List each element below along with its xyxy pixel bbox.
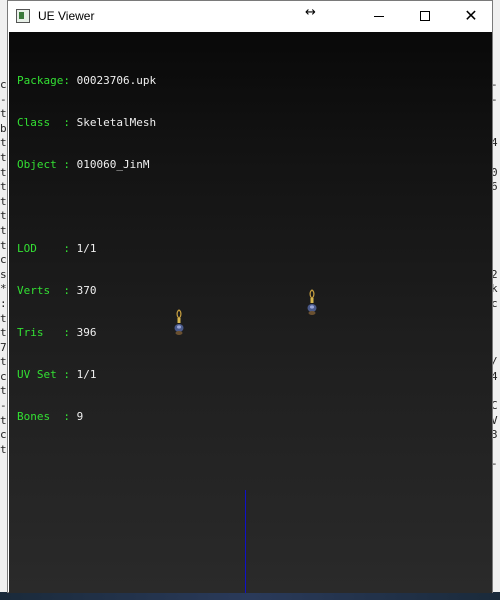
info-label-bones: Bones :	[17, 410, 70, 423]
info-spacer	[17, 200, 156, 214]
ue-viewer-window: UE Viewer ↔ ✕ Package: 00023706.upk Clas…	[7, 0, 493, 593]
info-value-uvset: 1/1	[76, 368, 97, 381]
info-value-lod: 1/1	[76, 242, 97, 255]
info-label-lod: LOD :	[17, 242, 70, 255]
info-value-tris: 396	[76, 326, 97, 339]
info-row-uvset: UV Set : 1/1	[17, 368, 156, 382]
earring-mesh-left	[174, 309, 184, 335]
info-value-bones: 9	[76, 410, 84, 423]
info-label-uvset: UV Set :	[17, 368, 70, 381]
taskbar-strip	[0, 592, 500, 600]
axis-line	[245, 490, 246, 593]
earring-mesh-right	[307, 289, 317, 315]
info-value-verts: 370	[76, 284, 97, 297]
info-row-bones: Bones : 9	[17, 410, 156, 424]
minimize-button[interactable]	[356, 1, 402, 31]
mesh-info-panel: Package: 00023706.upk Class : SkeletalMe…	[17, 46, 156, 452]
app-icon	[16, 9, 30, 23]
maximize-icon	[420, 11, 430, 21]
info-row-class: Class : SkeletalMesh	[17, 116, 156, 130]
maximize-button[interactable]	[402, 1, 448, 31]
resize-cursor-icon: ↔	[305, 5, 316, 20]
info-row-object: Object : 010060_JinM	[17, 158, 156, 172]
info-label-package: Package:	[17, 74, 70, 87]
info-row-tris: Tris : 396	[17, 326, 156, 340]
info-value-package: 00023706.upk	[76, 74, 157, 87]
info-row-package: Package: 00023706.upk	[17, 74, 156, 88]
close-icon: ✕	[464, 6, 478, 25]
info-value-object: 010060_JinM	[76, 158, 150, 171]
close-button[interactable]: ✕	[448, 1, 494, 31]
render-viewport[interactable]: Package: 00023706.upk Class : SkeletalMe…	[9, 32, 492, 593]
info-label-class: Class :	[17, 116, 70, 129]
window-title: UE Viewer	[38, 9, 95, 23]
minimize-icon	[374, 15, 384, 17]
title-bar[interactable]: UE Viewer ↔ ✕	[8, 1, 492, 32]
info-label-tris: Tris :	[17, 326, 70, 339]
info-row-verts: Verts : 370	[17, 284, 156, 298]
info-value-class: SkeletalMesh	[76, 116, 157, 129]
info-row-lod: LOD : 1/1	[17, 242, 156, 256]
info-label-verts: Verts :	[17, 284, 70, 297]
info-label-object: Object :	[17, 158, 70, 171]
